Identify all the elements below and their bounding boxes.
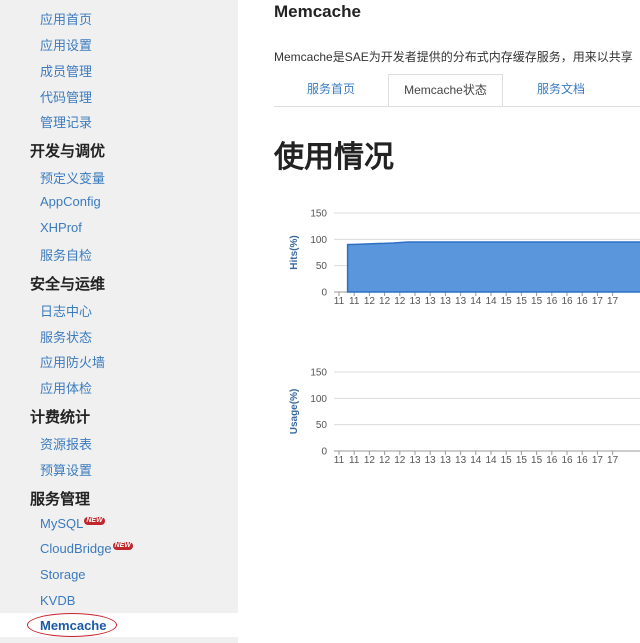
- page-description: Memcache是SAE为开发者提供的分布式内存缓存服务，用来以共享: [274, 50, 633, 64]
- x-tick-label: 14: [470, 296, 482, 307]
- x-tick-label: 13: [440, 296, 452, 307]
- x-tick-label: 16: [577, 455, 589, 466]
- sidebar-item-appconfig[interactable]: AppConfig: [40, 194, 101, 209]
- tab-service-home[interactable]: 服务首页: [274, 74, 388, 107]
- x-tick-label: 17: [592, 296, 604, 307]
- sidebar-heading-security: 安全与运维: [30, 276, 106, 293]
- sidebar-item-xhprof[interactable]: XHProf: [40, 220, 82, 235]
- y-tick-label: 150: [310, 368, 327, 379]
- sidebar-item-code[interactable]: 代码管理: [40, 87, 92, 106]
- x-tick-label: 11: [334, 296, 345, 307]
- sidebar-heading-services: 服务管理: [30, 491, 91, 508]
- tab-service-docs[interactable]: 服务文档: [503, 74, 619, 107]
- tab-bar-underline: [274, 106, 640, 107]
- sidebar-item-members[interactable]: 成员管理: [40, 61, 92, 80]
- x-tick-label: 13: [455, 296, 467, 307]
- x-tick-label: 11: [349, 296, 360, 307]
- sidebar-heading-dev: 开发与调优: [30, 143, 106, 160]
- x-tick-label: 16: [561, 296, 573, 307]
- x-tick-label: 13: [425, 455, 437, 466]
- x-tick-label: 13: [455, 455, 467, 466]
- y-tick-label: 150: [310, 209, 327, 220]
- sidebar-item-log-center[interactable]: 日志中心: [40, 301, 92, 320]
- sidebar-heading-billing: 计费统计: [30, 409, 91, 426]
- y-tick-label: 100: [310, 394, 327, 405]
- x-tick-label: 13: [409, 455, 421, 466]
- x-tick-label: 14: [470, 455, 482, 466]
- x-tick-label: 11: [349, 455, 360, 466]
- x-tick-label: 16: [546, 296, 558, 307]
- sidebar-item-app-home[interactable]: 应用首页: [40, 9, 92, 28]
- x-tick-label: 16: [577, 296, 589, 307]
- sidebar-item-memcache[interactable]: Memcache: [40, 618, 106, 633]
- x-tick-label: 15: [516, 455, 528, 466]
- x-tick-label: 17: [592, 455, 604, 466]
- hits-chart-svg: 050100150Hits(%)11 11 12 12 12 13 13 13 13 14 14 15…: [289, 209, 640, 307]
- y-tick-label: 0: [321, 447, 327, 458]
- x-tick-label: 13: [440, 455, 452, 466]
- x-tick-label: 16: [546, 455, 558, 466]
- x-tick-label: 12: [364, 455, 376, 466]
- section-title: 使用情况: [274, 141, 394, 174]
- y-tick-label: 100: [310, 235, 327, 246]
- sidebar: 应用首页 应用设置 成员管理 代码管理 管理记录 开发与调优 预定义变量 App…: [0, 0, 238, 643]
- sidebar-item-logs-admin[interactable]: 管理记录: [40, 112, 92, 131]
- x-tick-label: 17: [607, 296, 619, 307]
- sidebar-item-self-check[interactable]: 服务自检: [40, 245, 92, 264]
- x-tick-label: 15: [531, 296, 543, 307]
- x-tick-label: 12: [379, 296, 391, 307]
- sidebar-item-label: MySQL: [40, 516, 84, 531]
- sidebar-item-mysql[interactable]: MySQL NEW: [40, 516, 105, 531]
- sidebar-item-cloudbridge[interactable]: CloudBridge NEW: [40, 541, 133, 556]
- hits-chart: 0 50 100 150 Hits(%) 11 11 12 12 12 13 13 13 13 14 14 15…: [284, 203, 640, 308]
- sidebar-item-budget[interactable]: 预算设置: [40, 460, 92, 479]
- x-tick-label: 16: [561, 455, 573, 466]
- y-tick-label: 50: [316, 261, 328, 272]
- x-tick-label: 12: [394, 296, 406, 307]
- x-tick-label: 12: [379, 455, 391, 466]
- sidebar-item-storage[interactable]: Storage: [40, 567, 86, 582]
- x-tick-label: 14: [485, 455, 497, 466]
- usage-chart-svg: 050100150Usage(%)11 11 12 12 12 13 13 13 13 14 14 1…: [289, 368, 640, 466]
- x-tick-label: 11: [334, 455, 345, 466]
- sidebar-item-resource-report[interactable]: 资源报表: [40, 434, 92, 453]
- new-badge: NEW: [112, 542, 133, 550]
- x-tick-label: 12: [364, 296, 376, 307]
- x-tick-label: 12: [394, 455, 406, 466]
- x-tick-label: 13: [425, 296, 437, 307]
- y-tick-label: 50: [316, 420, 328, 431]
- x-tick-label: 15: [531, 455, 543, 466]
- sidebar-item-service-status[interactable]: 服务状态: [40, 327, 92, 346]
- series-area: [346, 241, 640, 293]
- sidebar-active-row: [0, 613, 238, 637]
- y-axis-label: Hits(%): [289, 235, 300, 269]
- x-tick-label: 14: [485, 296, 497, 307]
- sidebar-item-firewall[interactable]: 应用防火墙: [40, 352, 105, 371]
- sidebar-item-health-check[interactable]: 应用体检: [40, 378, 92, 397]
- new-badge: NEW: [84, 517, 105, 525]
- y-axis-label: Usage(%): [289, 389, 300, 435]
- sidebar-item-predefined-vars[interactable]: 预定义变量: [40, 168, 105, 187]
- y-tick-label: 0: [321, 288, 327, 299]
- usage-chart: 0 50 100 150 Usage(%) 11 11 12 12 12 13 13 13 13 14 14 1…: [284, 362, 640, 467]
- tab-memcache-status[interactable]: Memcache状态: [388, 74, 503, 107]
- page-title: Memcache: [274, 2, 361, 21]
- x-tick-label: 15: [501, 296, 513, 307]
- sidebar-item-label: CloudBridge: [40, 541, 112, 556]
- x-tick-label: 15: [501, 455, 513, 466]
- sidebar-item-app-settings[interactable]: 应用设置: [40, 35, 92, 54]
- sidebar-item-kvdb[interactable]: KVDB: [40, 593, 75, 608]
- x-tick-label: 15: [516, 296, 528, 307]
- x-tick-label: 17: [607, 455, 619, 466]
- x-tick-label: 13: [409, 296, 421, 307]
